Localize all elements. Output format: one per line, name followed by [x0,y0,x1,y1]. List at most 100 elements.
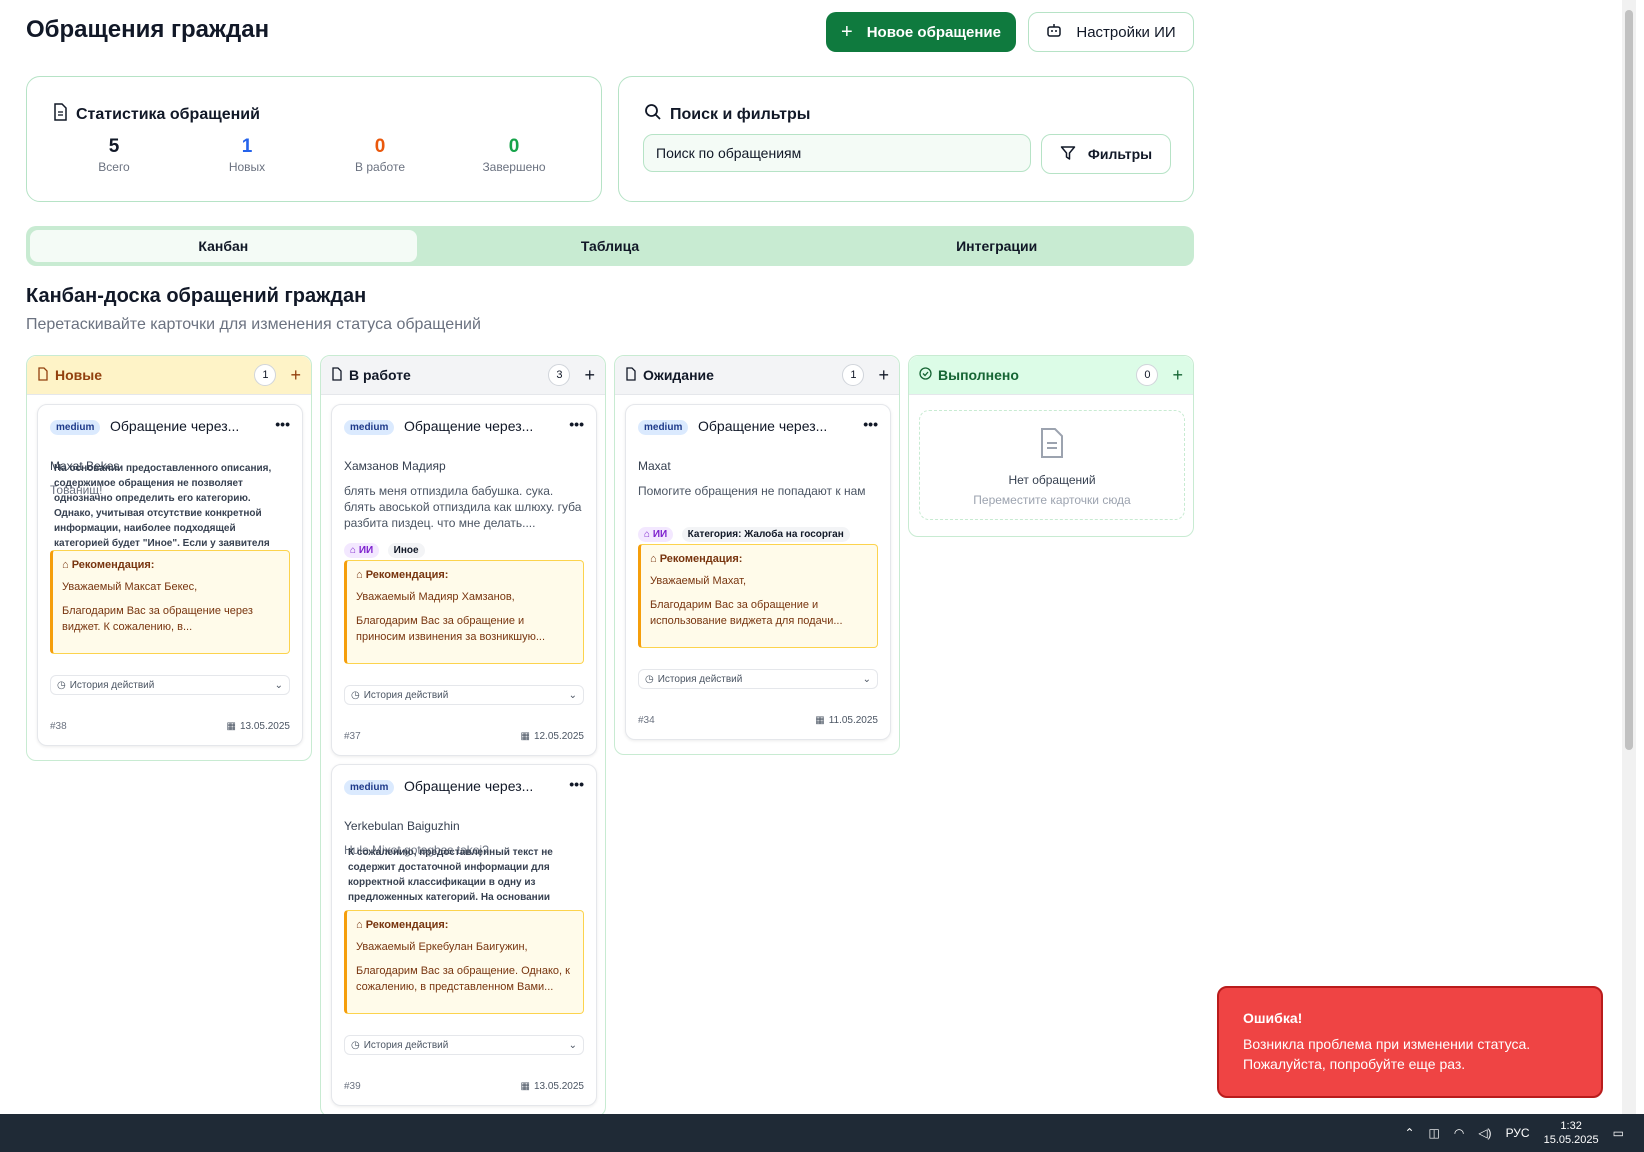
history-label: История действий [657,673,743,685]
more-options-icon[interactable]: ••• [863,416,878,432]
ai-classification-text: К сожалению, предоставленный текст не со… [348,847,553,903]
error-toast-message: Возникла проблема при изменении статуса.… [1243,1036,1531,1072]
notifications-icon[interactable]: ▭ [1613,1126,1624,1140]
tab-kanban[interactable]: Канбан [30,230,417,262]
card-description: блять меня отпиздила бабушка. сука. блят… [344,484,582,530]
system-tray: ⌃ ◫ ◠ ◁) РУС 1:32 15.05.2025 ▭ [1404,1114,1624,1152]
add-to-in-progress-icon[interactable]: + [584,365,595,386]
card-title: Обращение через... [698,418,828,434]
history-label: История действий [363,689,449,701]
calendar-icon: ▦ [520,731,530,742]
chevron-down-icon: ⌄ [568,689,577,701]
wifi-icon[interactable]: ◠ [1454,1126,1464,1140]
plus-icon: + [841,20,853,43]
recommendation-title: ⌂ Рекомендация: [356,919,449,931]
more-options-icon[interactable]: ••• [275,416,290,432]
stats-title: Статистика обращений [52,103,260,126]
ai-settings-button[interactable]: Настройки ИИ [1028,12,1194,52]
column-done-header: Выполнено 0 + [909,356,1193,395]
stat-total: 5 Всего [64,136,164,174]
card-title: Обращение через... [110,418,240,434]
board-subtitle: Перетаскивайте карточки для изменения ст… [26,316,481,333]
history-label: История действий [363,1039,449,1051]
clock-icon: ◷ [645,673,654,685]
ai-classification-text: На основании предоставленного описания, … [54,463,272,549]
scrollbar-thumb[interactable] [1625,10,1633,750]
more-options-icon[interactable]: ••• [569,776,584,792]
tab-table[interactable]: Таблица [417,230,804,262]
add-to-new-icon[interactable]: + [290,365,301,386]
card-id: #37 [344,731,361,742]
chevron-up-icon[interactable]: ⌃ [1404,1126,1414,1140]
calendar-icon: ▦ [815,715,825,726]
page-title: Обращения граждан [26,16,270,43]
document-icon [331,366,343,384]
add-to-waiting-icon[interactable]: + [878,365,889,386]
recommendation-text: Благодарим Вас за обращение и приносим и… [356,615,546,643]
stat-new-value: 1 [241,136,253,157]
search-input[interactable]: Поиск по обращениям [643,134,1031,172]
calendar-icon: ▦ [520,1081,530,1092]
clock-icon: ◷ [351,1039,360,1051]
column-done-title: Выполнено [938,367,1019,383]
add-to-done-icon[interactable]: + [1172,365,1183,386]
volume-icon[interactable]: ◁) [1478,1126,1491,1140]
priority-badge: medium [344,780,395,795]
column-in-progress: В работе 3 + medium Обращение через... •… [320,355,606,1117]
stat-new: 1 Новых [197,136,297,174]
history-toggle[interactable]: ◷ История действий ⌄ [344,1035,584,1055]
empty-document-icon [1039,427,1065,464]
column-done: Выполнено 0 + Нет обращений Переместите … [908,355,1194,537]
bot-icon: ⌂ [356,919,363,931]
new-request-button[interactable]: + Новое обращение [826,12,1016,52]
request-card-34[interactable]: medium Обращение через... ••• Maxat Помо… [625,404,891,740]
stat-total-value: 5 [108,136,120,157]
request-card-38[interactable]: medium Обращение через... ••• Maxat Beke… [37,404,303,746]
recommendation-text: Благодарим Вас за обращение и использова… [650,599,843,627]
error-toast[interactable]: Ошибка! Возникла проблема при изменении … [1217,986,1603,1098]
filters-label: Фильтры [1087,146,1153,162]
recommendation-greeting: Уважаемый Максат Бекес, [62,581,198,593]
priority-badge: medium [50,420,101,435]
request-card-39[interactable]: medium Обращение через... ••• Yerkebulan… [331,764,597,1106]
card-date: ▦ 11.05.2025 [815,715,878,726]
network-icon[interactable]: ◫ [1429,1126,1440,1140]
search-title: Поиск и фильтры [644,103,810,126]
page-scrollbar[interactable] [1622,0,1636,1114]
search-icon [644,103,662,126]
clock[interactable]: 1:32 15.05.2025 [1544,1119,1599,1147]
request-card-37[interactable]: medium Обращение через... ••• Хамзанов М… [331,404,597,756]
history-label: История действий [69,679,155,691]
check-circle-icon [919,367,932,383]
card-tags: ⌂ ИИ Иное [344,540,429,558]
stat-in-progress-value: 0 [374,136,386,157]
history-toggle[interactable]: ◷ История действий ⌄ [344,685,584,705]
history-toggle[interactable]: ◷ История действий ⌄ [50,675,290,695]
tab-integrations[interactable]: Интеграции [803,230,1190,262]
chevron-down-icon: ⌄ [274,679,283,691]
board-title: Канбан-доска обращений граждан [26,285,367,307]
more-options-icon[interactable]: ••• [569,416,584,432]
chevron-down-icon: ⌄ [862,673,871,685]
empty-dropzone[interactable]: Нет обращений Переместите карточки сюда [919,410,1185,520]
column-in-progress-header: В работе 3 + [321,356,605,395]
document-icon [37,366,49,384]
recommendation-greeting: Уважаемый Мадияр Хамзанов, [356,591,515,603]
recommendation-box: ⌂ Рекомендация: Уважаемый Максат Бекес, … [50,550,290,654]
column-new: Новые 1 + medium Обращение через... ••• … [26,355,312,761]
history-toggle[interactable]: ◷ История действий ⌄ [638,669,878,689]
card-author: Maxat [638,459,671,473]
stat-done: 0 Завершено [464,136,564,174]
bot-icon: ⌂ [356,569,363,581]
column-waiting-title: Ожидание [643,367,714,383]
clock-time: 1:32 [1560,1120,1582,1132]
language-indicator[interactable]: РУС [1506,1126,1530,1140]
filters-button[interactable]: Фильтры [1041,134,1171,174]
column-waiting-count: 1 [842,364,865,386]
card-date: ▦ 12.05.2025 [520,731,584,742]
stat-in-progress: 0 В работе [330,136,430,174]
priority-badge: medium [638,420,689,435]
calendar-icon: ▦ [226,721,236,732]
card-title: Обращение через... [404,778,534,794]
error-toast-title: Ошибка! [1243,1010,1303,1026]
